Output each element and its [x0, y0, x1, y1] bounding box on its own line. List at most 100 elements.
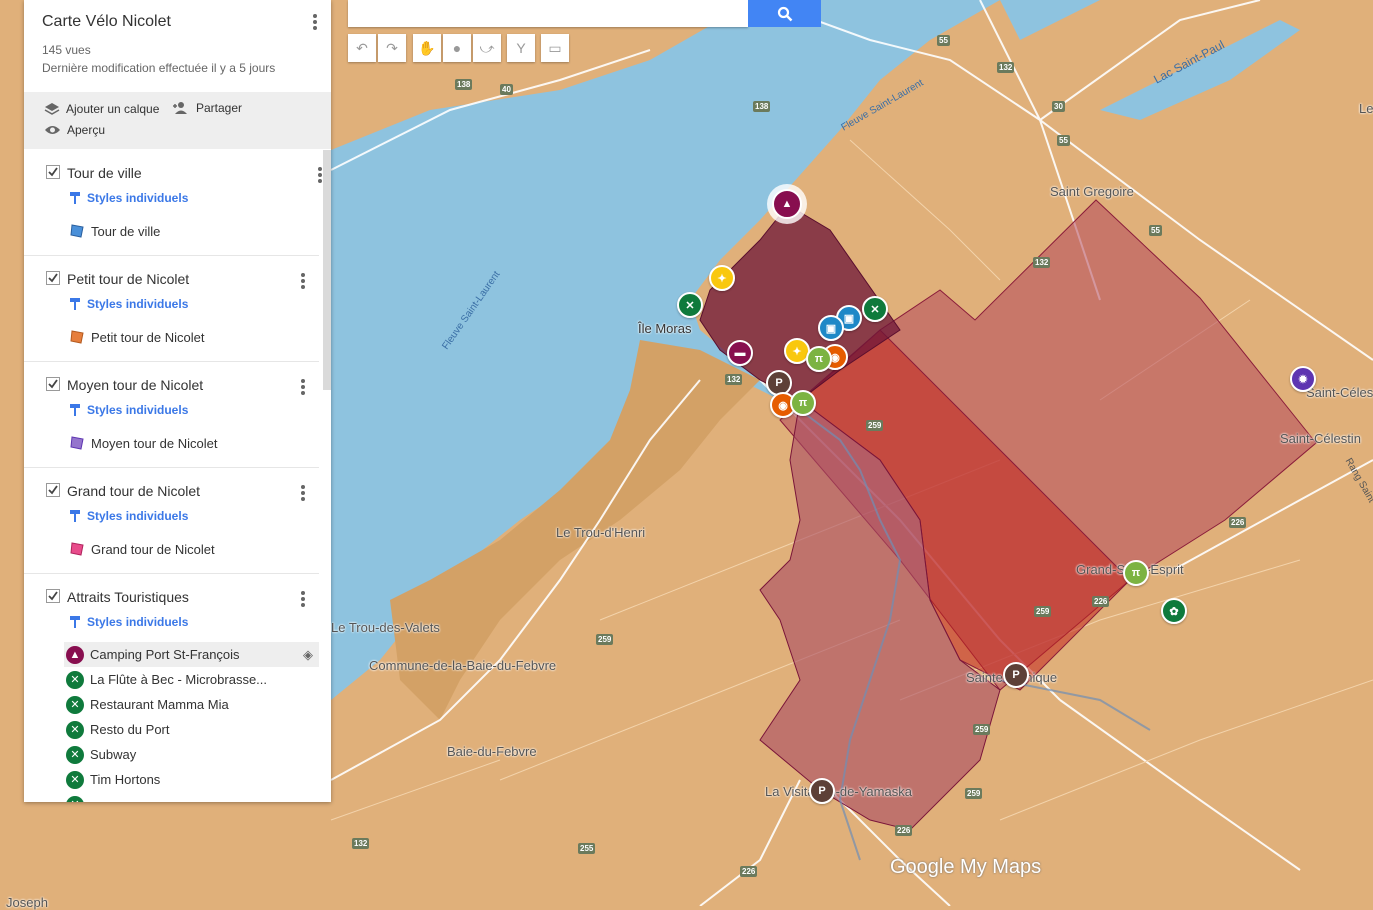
picnic-marker[interactable]: π: [806, 346, 832, 372]
road-shield: 132: [997, 62, 1015, 73]
place-trou-valets: Le Trou-des-Valets: [331, 620, 440, 635]
individual-styles-link[interactable]: Styles individuels: [69, 191, 188, 205]
checkbox-checked-icon[interactable]: [46, 377, 60, 391]
layer-name[interactable]: Grand tour de Nicolet: [67, 483, 200, 499]
add-marker-button[interactable]: ●: [443, 34, 471, 62]
layer-options-icon[interactable]: [301, 377, 305, 397]
polygon-icon: [70, 542, 84, 556]
place-saint-celes: Saint-Céles: [1306, 385, 1373, 400]
layer-feature[interactable]: Moyen tour de Nicolet: [69, 435, 217, 451]
list-item[interactable]: ✕ Subway: [24, 742, 319, 767]
layer-feature[interactable]: Petit tour de Nicolet: [69, 329, 204, 345]
list-item[interactable]: ✕ Tim Hortons: [24, 767, 319, 792]
directions-icon: Y: [516, 40, 526, 56]
road-shield: 138: [455, 79, 473, 90]
list-item[interactable]: ✕ La Flûte à Bec - Microbrasse...: [24, 667, 319, 692]
road-shield: 255: [578, 843, 596, 854]
layer-name[interactable]: Petit tour de Nicolet: [67, 271, 189, 287]
paint-roller-icon: [70, 192, 80, 204]
road-shield: 138: [753, 101, 771, 112]
add-layer-label: Ajouter un calque: [66, 102, 160, 116]
camping-marker[interactable]: ▲: [772, 189, 802, 219]
flower-marker[interactable]: ✿: [1161, 598, 1187, 624]
individual-styles-link[interactable]: Styles individuels: [69, 403, 188, 417]
viewpoint-marker[interactable]: ✹: [1290, 366, 1316, 392]
individual-styles-link[interactable]: Styles individuels: [69, 615, 188, 629]
map-title[interactable]: Carte Vélo Nicolet: [42, 13, 313, 31]
list-item[interactable]: ✕ Resto du Port: [24, 717, 319, 742]
road-shield: 226: [1229, 517, 1247, 528]
redo-button[interactable]: ↷: [378, 34, 406, 62]
directions-button[interactable]: Y: [507, 34, 535, 62]
restaurant-icon: ✕: [66, 670, 84, 689]
preview-label: Aperçu: [67, 123, 106, 137]
road-shield: 132: [352, 838, 370, 849]
undo-icon: ↶: [356, 39, 368, 56]
share-button[interactable]: Partager: [172, 101, 242, 115]
list-item[interactable]: ✕: [24, 792, 319, 802]
layer-feature[interactable]: Tour de ville: [69, 223, 160, 239]
layer-tour-de-ville[interactable]: Tour de ville Styles individuels Tour de…: [24, 150, 322, 256]
search-input[interactable]: [348, 0, 748, 27]
checkbox-checked-icon[interactable]: [46, 271, 60, 285]
road-shield: 259: [596, 634, 614, 645]
layer-feature[interactable]: Grand tour de Nicolet: [69, 541, 215, 557]
place-trou-henri: Le Trou-d'Henri: [556, 525, 646, 540]
layer-options-icon[interactable]: [301, 483, 305, 503]
checkbox-checked-icon[interactable]: [46, 589, 60, 603]
polygon-icon: [70, 330, 84, 344]
style-paint-icon[interactable]: ◈: [303, 647, 313, 663]
polygon-icon: [70, 436, 84, 450]
draw-line-button[interactable]: ⤻: [473, 34, 501, 62]
pan-tool-button[interactable]: ✋: [413, 34, 441, 62]
search-button[interactable]: [748, 0, 821, 27]
paint-roller-icon: [70, 298, 80, 310]
hiking-marker[interactable]: ✦: [709, 265, 735, 291]
restaurant-icon: ✕: [66, 795, 84, 802]
road-shield: 226: [1092, 596, 1110, 607]
layer-options-icon[interactable]: [301, 589, 305, 609]
map-options-icon[interactable]: [313, 12, 317, 32]
picnic-marker[interactable]: π: [790, 390, 816, 416]
checkbox-checked-icon[interactable]: [46, 165, 60, 179]
restaurant-marker[interactable]: ✕: [677, 292, 703, 318]
picnic-marker[interactable]: π: [1123, 560, 1149, 586]
place-ile-moras: Île Moras: [638, 321, 692, 336]
parking-marker[interactable]: P: [809, 778, 835, 804]
road-shield: 259: [866, 420, 884, 431]
preview-button[interactable]: Aperçu: [44, 123, 105, 137]
view-count: 145 vues: [42, 43, 91, 57]
road-shield: 55: [1057, 135, 1070, 146]
undo-button[interactable]: ↶: [348, 34, 376, 62]
shopping-marker[interactable]: ▣: [818, 315, 844, 341]
measure-button[interactable]: ▭: [541, 34, 569, 62]
layer-name[interactable]: Moyen tour de Nicolet: [67, 377, 203, 393]
layer-grand-tour[interactable]: Grand tour de Nicolet Styles individuels…: [24, 468, 319, 574]
add-layer-button[interactable]: Ajouter un calque: [44, 102, 159, 116]
parking-marker[interactable]: P: [1003, 662, 1029, 688]
list-item[interactable]: ✕ Restaurant Mamma Mia: [24, 692, 319, 717]
restaurant-icon: ✕: [66, 745, 84, 764]
layer-name[interactable]: Attraits Touristiques: [67, 589, 189, 605]
checkbox-checked-icon[interactable]: [46, 483, 60, 497]
road-shield: 55: [937, 35, 950, 46]
layers-panel: Carte Vélo Nicolet 145 vues Dernière modi…: [24, 0, 331, 802]
last-modified: Dernière modification effectuée il y a 5…: [42, 61, 276, 75]
place-saint-gregoire: Saint Gregoire: [1050, 184, 1134, 199]
place-visitation: La Visitation-de-Yamaska: [765, 784, 912, 799]
lodging-marker[interactable]: ▬: [727, 340, 753, 366]
panel-scrollbar[interactable]: [323, 150, 331, 390]
layer-attractions[interactable]: Attraits Touristiques Styles individuels…: [24, 574, 319, 802]
layer-petit-tour[interactable]: Petit tour de Nicolet Styles individuels…: [24, 256, 319, 362]
individual-styles-link[interactable]: Styles individuels: [69, 297, 188, 311]
individual-styles-link[interactable]: Styles individuels: [69, 509, 188, 523]
place-joseph: Joseph: [6, 895, 48, 910]
layer-options-icon[interactable]: [301, 271, 305, 291]
layer-name[interactable]: Tour de ville: [67, 165, 142, 181]
restaurant-icon: ✕: [66, 695, 84, 714]
layer-options-icon[interactable]: [318, 165, 322, 185]
list-item-camping[interactable]: ▲ Camping Port St-François ◈: [64, 642, 319, 667]
restaurant-marker[interactable]: ✕: [862, 296, 888, 322]
road-shield: 226: [895, 825, 913, 836]
layer-moyen-tour[interactable]: Moyen tour de Nicolet Styles individuels…: [24, 362, 319, 468]
